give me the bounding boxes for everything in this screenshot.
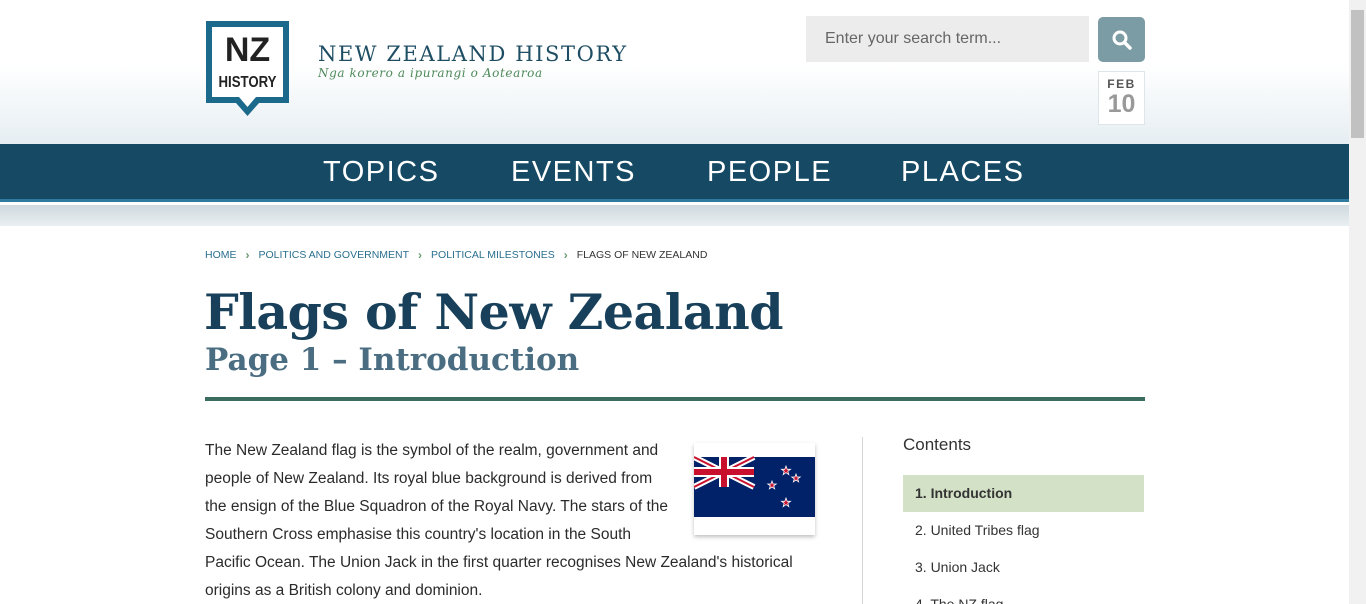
date-day: 10: [1107, 90, 1136, 118]
contents-item-union-jack[interactable]: 3. Union Jack: [903, 549, 1144, 586]
nav-topics[interactable]: TOPICS: [323, 156, 439, 189]
logo-text-nz: NZ: [225, 31, 270, 69]
logo-text-history: HISTORY: [219, 74, 277, 91]
title-divider: [205, 397, 1145, 401]
search-button[interactable]: [1098, 17, 1145, 62]
nz-flag-icon: [692, 443, 815, 535]
contents-item-introduction[interactable]: 1. Introduction: [903, 475, 1144, 512]
scrollbar-thumb[interactable]: [1351, 10, 1364, 138]
column-divider: [862, 437, 863, 604]
chevron-right-icon: ›: [418, 248, 423, 262]
site-header: NZ HISTORY NEW ZEALAND HISTORY Nga korer…: [0, 0, 1349, 144]
breadcrumb-politics[interactable]: POLITICS AND GOVERNMENT: [259, 249, 410, 261]
nav-shadow-strip: [0, 205, 1349, 226]
breadcrumb-home[interactable]: HOME: [205, 249, 237, 261]
page-title: Flags of New Zealand: [204, 283, 784, 341]
vertical-scrollbar[interactable]: [1349, 0, 1366, 604]
nav-events[interactable]: EVENTS: [511, 156, 636, 189]
intro-section: The New Zealand flag is the symbol of th…: [205, 437, 815, 604]
search-icon: [1112, 30, 1132, 50]
chevron-right-icon: ›: [563, 248, 568, 262]
contents-title: Contents: [903, 435, 972, 454]
date-month: FEB: [1107, 77, 1136, 91]
nav-places[interactable]: PLACES: [901, 156, 1024, 189]
breadcrumb-current: FLAGS OF NEW ZEALAND: [576, 249, 708, 261]
nz-flag-image[interactable]: [692, 443, 815, 535]
contents-item-united-tribes[interactable]: 2. United Tribes flag: [903, 512, 1144, 549]
page-subtitle: Page 1 – Introduction: [205, 342, 580, 378]
date-badge[interactable]: FEB 10: [1098, 71, 1145, 125]
contents-item-nz-flag[interactable]: 4. The NZ flag: [903, 586, 1144, 604]
nav-people[interactable]: PEOPLE: [707, 156, 832, 189]
search-input[interactable]: [806, 16, 1089, 62]
site-title[interactable]: NEW ZEALAND HISTORY: [318, 42, 628, 66]
main-nav: TOPICS EVENTS PEOPLE PLACES: [0, 144, 1349, 202]
chevron-right-icon: ›: [245, 248, 250, 262]
nzhistory-logo[interactable]: NZ HISTORY: [206, 21, 289, 127]
site-subtitle: Nga korero a ipurangi o Aotearoa: [318, 66, 543, 80]
breadcrumb: HOME › POLITICS AND GOVERNMENT › POLITIC…: [205, 248, 707, 262]
breadcrumb-milestones[interactable]: POLITICAL MILESTONES: [431, 249, 555, 261]
